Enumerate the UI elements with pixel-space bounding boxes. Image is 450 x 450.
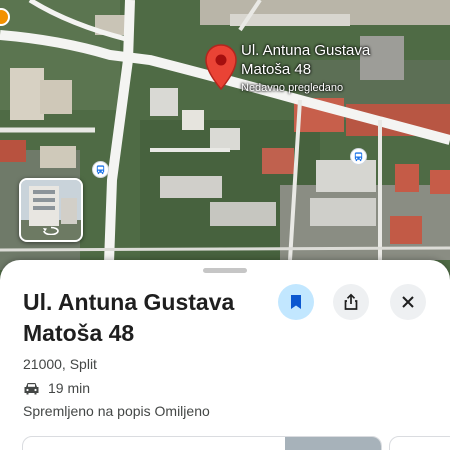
place-title-line2: Matoša 48 [23,320,135,346]
location-pin-icon[interactable] [204,44,238,91]
bookmark-icon [291,295,301,309]
drive-time-row[interactable]: 19 min [23,378,90,398]
close-button[interactable] [390,284,426,320]
drive-time: 19 min [48,380,91,396]
street-view-rotate-icon [43,226,59,235]
save-button[interactable] [278,284,314,320]
sheet-drag-handle[interactable] [203,268,247,273]
pin-label: Ul. Antuna Gustava Matoša 48 Nedavno pre… [241,41,370,96]
place-title-line1: Ul. Antuna Gustava [23,289,235,315]
pin-subtitle: Nedavno pregledano [241,82,344,94]
close-icon [402,296,414,308]
pin-title-line2: Matoša 48 [241,61,312,78]
place-title: Ul. Antuna Gustava Matoša 48 [23,287,263,349]
share-button[interactable] [333,284,369,320]
satellite-map[interactable]: Ul. Antuna Gustava Matoša 48 Nedavno pre… [0,0,450,290]
share-icon [344,293,358,310]
photo-card[interactable] [389,436,450,450]
place-details-sheet[interactable]: Ul. Antuna Gustava Matoša 48 21000, Spli… [0,260,450,450]
pin-title-line1: Ul. Antuna Gustava [241,42,371,59]
photo-card[interactable] [22,436,382,450]
place-photo [285,437,381,450]
street-view-thumbnail[interactable] [19,178,83,242]
bus-stop-icon[interactable] [92,161,109,178]
car-icon [24,383,39,395]
postal-address: 21000, Split [23,356,97,372]
bus-stop-icon[interactable] [350,148,367,165]
saved-list-status[interactable]: Spremljeno na popis Omiljeno [23,403,210,419]
